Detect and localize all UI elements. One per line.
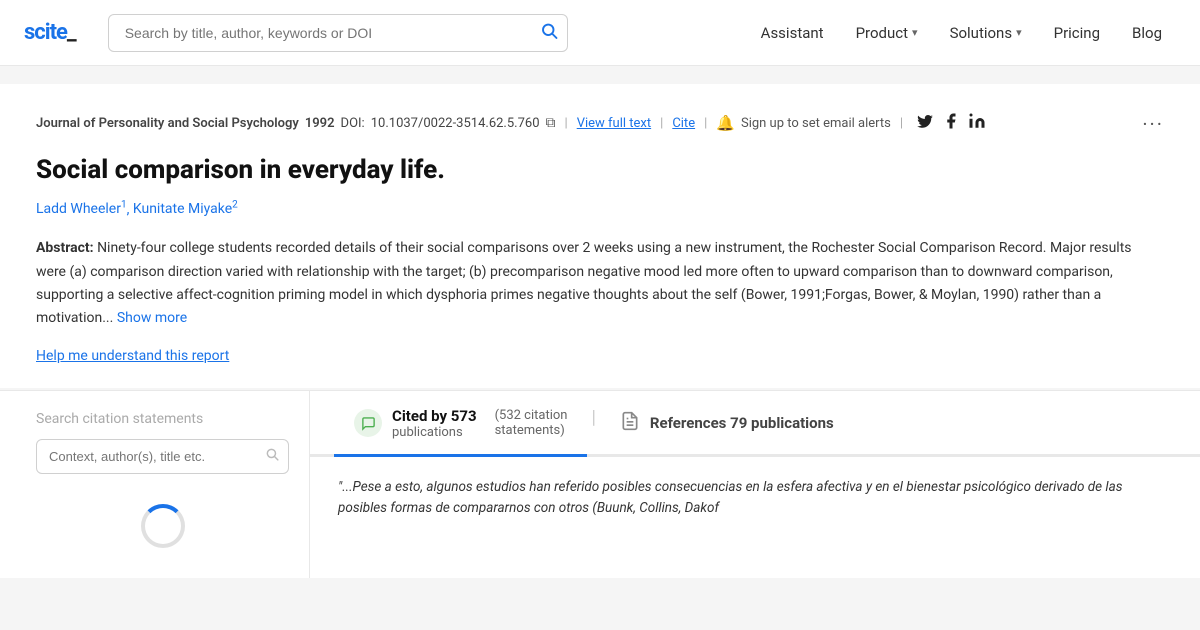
cite-link[interactable]: Cite [672, 116, 695, 131]
references-label: References 79 publications [650, 414, 834, 432]
show-more-link[interactable]: Show more [117, 310, 187, 326]
doi-label: DOI: [341, 116, 365, 131]
alert-text: Sign up to set email alerts [741, 116, 891, 131]
search-button[interactable] [540, 21, 558, 44]
cited-by-icon [354, 409, 382, 437]
global-search [108, 14, 568, 52]
citation-search [36, 439, 289, 474]
twitter-icon[interactable] [916, 112, 934, 134]
search-citations-label: Search citation statements [36, 411, 289, 427]
social-icons [916, 112, 986, 134]
publication-year: 1992 [305, 116, 335, 131]
loading-spinner [36, 474, 289, 578]
cited-by-panel: Cited by 573 publications (532 citation … [310, 391, 1200, 578]
search-input[interactable] [108, 14, 568, 52]
nav-blog[interactable]: Blog [1118, 16, 1176, 50]
tab-cited-by[interactable]: Cited by 573 publications (532 citation … [334, 391, 587, 457]
abstract-label: Abstract: [36, 240, 94, 256]
help-link[interactable]: Help me understand this report [36, 348, 229, 364]
search-citations-panel: Search citation statements [0, 391, 310, 578]
nav-links: Assistant Product ▾ Solutions ▾ Pricing … [747, 16, 1176, 50]
navbar: scite_ Assistant Product ▾ Solutions ▾ P… [0, 0, 1200, 66]
journal-name: Journal of Personality and Social Psycho… [36, 116, 299, 131]
more-options-button[interactable]: ··· [1142, 112, 1164, 136]
citation-statements-sub: statements) [495, 423, 568, 438]
bottom-section: Search citation statements Cited by 573 … [0, 390, 1200, 578]
cited-by-label: Cited by 573 [392, 407, 477, 425]
article-title: Social comparison in everyday life. [36, 154, 1164, 188]
author-1-link[interactable]: Ladd Wheeler1 [36, 201, 127, 217]
linkedin-icon[interactable] [968, 112, 986, 134]
tab-references[interactable]: References 79 publications [600, 391, 854, 457]
chevron-down-icon: ▾ [1016, 26, 1022, 39]
bell-icon: 🔔 [716, 114, 735, 132]
copy-doi-button[interactable]: ⧉ [546, 115, 556, 131]
citation-quote-text: "...Pese a esto, algunos estudios han re… [338, 479, 1123, 517]
view-full-text-link[interactable]: View full text [577, 116, 651, 131]
nav-product[interactable]: Product ▾ [842, 16, 932, 50]
nav-pricing[interactable]: Pricing [1040, 16, 1114, 50]
site-logo[interactable]: scite_ [24, 20, 76, 45]
citation-search-input[interactable] [36, 439, 289, 474]
doi-value: 10.1037/0022-3514.62.5.760 [371, 116, 540, 131]
facebook-icon[interactable] [942, 112, 960, 134]
citation-statements-label: (532 citation [495, 408, 568, 423]
article-authors: Ladd Wheeler1, Kunitate Miyake2 [36, 200, 1164, 218]
author-2-link[interactable]: Kunitate Miyake2 [133, 201, 238, 217]
chevron-down-icon: ▾ [912, 26, 918, 39]
nav-assistant[interactable]: Assistant [747, 16, 838, 50]
nav-solutions[interactable]: Solutions ▾ [936, 16, 1036, 50]
cited-by-sub: publications [392, 425, 477, 440]
article-abstract: Abstract: Ninety-four college students r… [36, 237, 1164, 329]
abstract-body: Ninety-four college students recorded de… [36, 240, 1132, 325]
citation-tabs: Cited by 573 publications (532 citation … [310, 391, 1200, 457]
references-icon [620, 411, 640, 436]
search-small-icon [265, 447, 279, 465]
citation-quote: "...Pese a esto, algunos estudios han re… [310, 457, 1200, 540]
article-main: ··· Journal of Personality and Social Ps… [0, 84, 1200, 388]
article-meta-bar: Journal of Personality and Social Psycho… [36, 112, 1164, 134]
